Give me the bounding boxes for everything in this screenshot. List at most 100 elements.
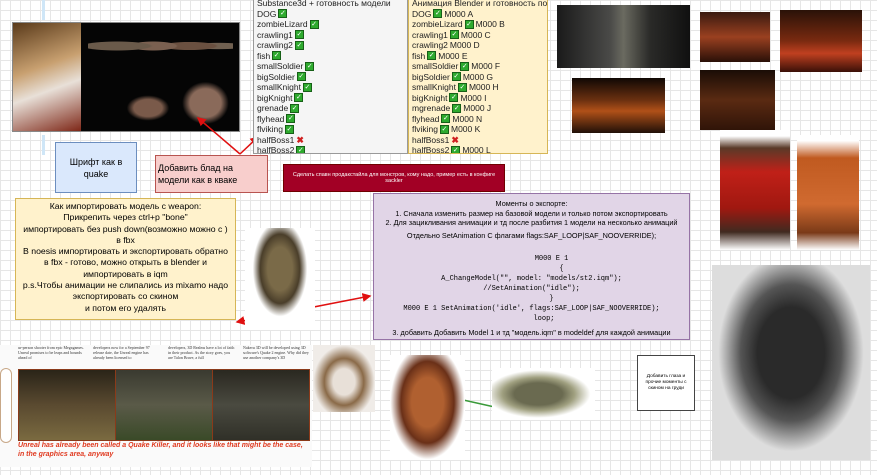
check-icon: ✓	[290, 103, 300, 113]
check-icon: ✓	[449, 93, 459, 103]
spawn-banner-text: Сделать спавн продакстайла для монстров,…	[292, 172, 496, 184]
character-model-image[interactable]	[245, 228, 315, 330]
list-item: halfBoss1 ✖	[257, 135, 404, 146]
check-icon: ✓	[460, 61, 470, 71]
list-title: Анимация Blender и готовность полная	[412, 0, 548, 8]
wizard-image[interactable]	[313, 345, 375, 412]
magazine-caption: Unreal has already been called a Quake K…	[18, 442, 303, 458]
export-notes[interactable]: Моменты о экспорте: 1. Сначала изменить …	[373, 193, 690, 340]
list-item: halfBoss2 ✓	[257, 145, 404, 154]
note-line: Прикрепить через ctrl+p "bone"	[63, 212, 188, 223]
animation-code: M000 J	[463, 103, 492, 113]
spawn-banner[interactable]: Сделать спавн продакстайла для монстров,…	[283, 164, 505, 192]
item-name: DOG	[412, 8, 432, 19]
check-icon: ✓	[294, 40, 304, 50]
animation-code: M000 N	[452, 113, 483, 124]
list-title: Substance3d + готовность модели	[257, 0, 391, 8]
list-item: bigKnight ✓	[257, 93, 404, 104]
cross-icon: ✖	[451, 134, 459, 145]
list-item: smallSoldier ✓	[257, 61, 404, 72]
list-item: flyhead ✓ M000 N	[412, 114, 544, 125]
check-icon: ✓	[294, 30, 304, 40]
animation-code: M000 H	[468, 82, 499, 92]
crocodile-image[interactable]	[492, 368, 595, 420]
item-name: bigKnight	[412, 92, 448, 103]
weapon-import-note[interactable]: Как импортировать модель с weapon: Прикре…	[15, 198, 236, 320]
game-screenshot-theater[interactable]	[780, 10, 862, 72]
animation-code: M000 E	[438, 50, 468, 61]
check-icon: ✓	[286, 114, 296, 124]
animation-code: M000 I	[460, 92, 487, 103]
list-item: crawling2 ✓	[257, 40, 404, 51]
scrollbar-handle[interactable]	[0, 368, 12, 443]
item-name: flviking	[412, 124, 438, 134]
list-item: zombieLizard ✓	[257, 19, 404, 30]
demon-image[interactable]	[390, 355, 465, 460]
list-item: crawling1 ✓ M000 C	[412, 30, 544, 41]
check-icon: ✓	[294, 93, 304, 103]
models-readiness-list[interactable]: Substance3d + готовность модели DOG ✓ zomb…	[253, 0, 408, 154]
animation-code: M000 K	[450, 124, 481, 134]
animation-code: M000 B	[475, 19, 505, 29]
game-screenshot-corridor[interactable]	[557, 5, 690, 68]
list-item: flviking ✓	[257, 124, 404, 135]
check-icon: ✓	[464, 19, 474, 29]
list-item: smallKnight ✓ M000 H	[412, 82, 544, 93]
check-icon: ✓	[439, 124, 449, 134]
item-name: fish	[412, 50, 426, 61]
item-name: halfBoss1	[257, 134, 295, 145]
check-icon: ✓	[433, 9, 443, 19]
item-name: smallKnight	[257, 82, 301, 92]
check-icon: ✓	[296, 72, 306, 82]
export-step1: 1. Сначала изменить размер на базовой мо…	[395, 208, 668, 218]
item-name: crawling2	[257, 40, 293, 50]
magazine-column-text: ur-person shooter from epic Megagames. U…	[18, 345, 84, 360]
animation-readiness-list[interactable]: Анимация Blender и готовность полная DOG…	[408, 0, 548, 154]
list-item: halfBoss1 ✖	[412, 135, 544, 146]
list-item: flyhead ✓	[257, 114, 404, 125]
list-item: bigSoldier ✓	[257, 72, 404, 83]
item-name: bigKnight	[257, 92, 293, 103]
list-item: bigSoldier ✓ M000 G	[412, 72, 544, 83]
game-screenshot-red-hall[interactable]	[700, 12, 770, 62]
check-icon: ✓	[449, 30, 459, 40]
item-name: crawling1	[257, 29, 293, 40]
list-item: fish ✓	[257, 51, 404, 62]
magazine-scan[interactable]: ur-person shooter from epic Megagames. U…	[0, 345, 312, 467]
item-name: grenade	[257, 103, 289, 113]
hooded-figure-image[interactable]	[712, 265, 870, 460]
export-title: Моменты о экспорте:	[495, 199, 568, 208]
check-icon: ✓	[302, 82, 312, 92]
item-name: halfBoss2	[412, 145, 450, 154]
item-name: flyhead	[257, 113, 285, 124]
check-icon: ✓	[296, 145, 306, 154]
magazine-column-text: developers, 3D Realms have a lot of fait…	[168, 345, 235, 360]
animation-code: M000 D	[449, 40, 480, 50]
list-item: smallKnight ✓	[257, 82, 404, 93]
list-item: grenade ✓	[257, 103, 404, 114]
game-screenshot-stairs[interactable]	[700, 70, 775, 130]
list-item: bigKnight ✓ M000 I	[412, 93, 544, 104]
item-name: bigSoldier	[257, 71, 295, 82]
animation-code: M000 F	[471, 61, 501, 71]
check-icon: ✓	[284, 124, 294, 134]
animation-code: M000 L	[462, 145, 491, 154]
animation-code: M000 G	[462, 71, 494, 82]
item-name: zombieLizard	[257, 19, 308, 29]
list-item: DOG ✓ M000 A	[412, 9, 544, 20]
cossack-orange-image[interactable]	[797, 135, 859, 250]
note-line: Как импортировать модель с weapon:	[49, 201, 202, 211]
game-screenshot-dark-room[interactable]	[572, 78, 665, 133]
item-name: halfBoss2	[257, 145, 295, 154]
list-item: flviking ✓ M000 K	[412, 124, 544, 135]
eyes-note[interactable]: Добавить глаза и прочие моменты с скином…	[637, 355, 695, 411]
cossack-red-image[interactable]	[720, 130, 790, 250]
magazine-screens	[18, 369, 310, 441]
note-line: импортировать без push down(возможно мож…	[23, 223, 228, 245]
blood-arrow	[196, 117, 241, 155]
item-name: DOG	[257, 8, 277, 19]
item-name: smallSoldier	[412, 61, 459, 71]
item-name: mgrenade	[412, 103, 451, 113]
list-item: mgrenade ✓ M000 J	[412, 103, 544, 114]
magazine-column-text: developers now for a September 97 releas…	[93, 345, 150, 360]
